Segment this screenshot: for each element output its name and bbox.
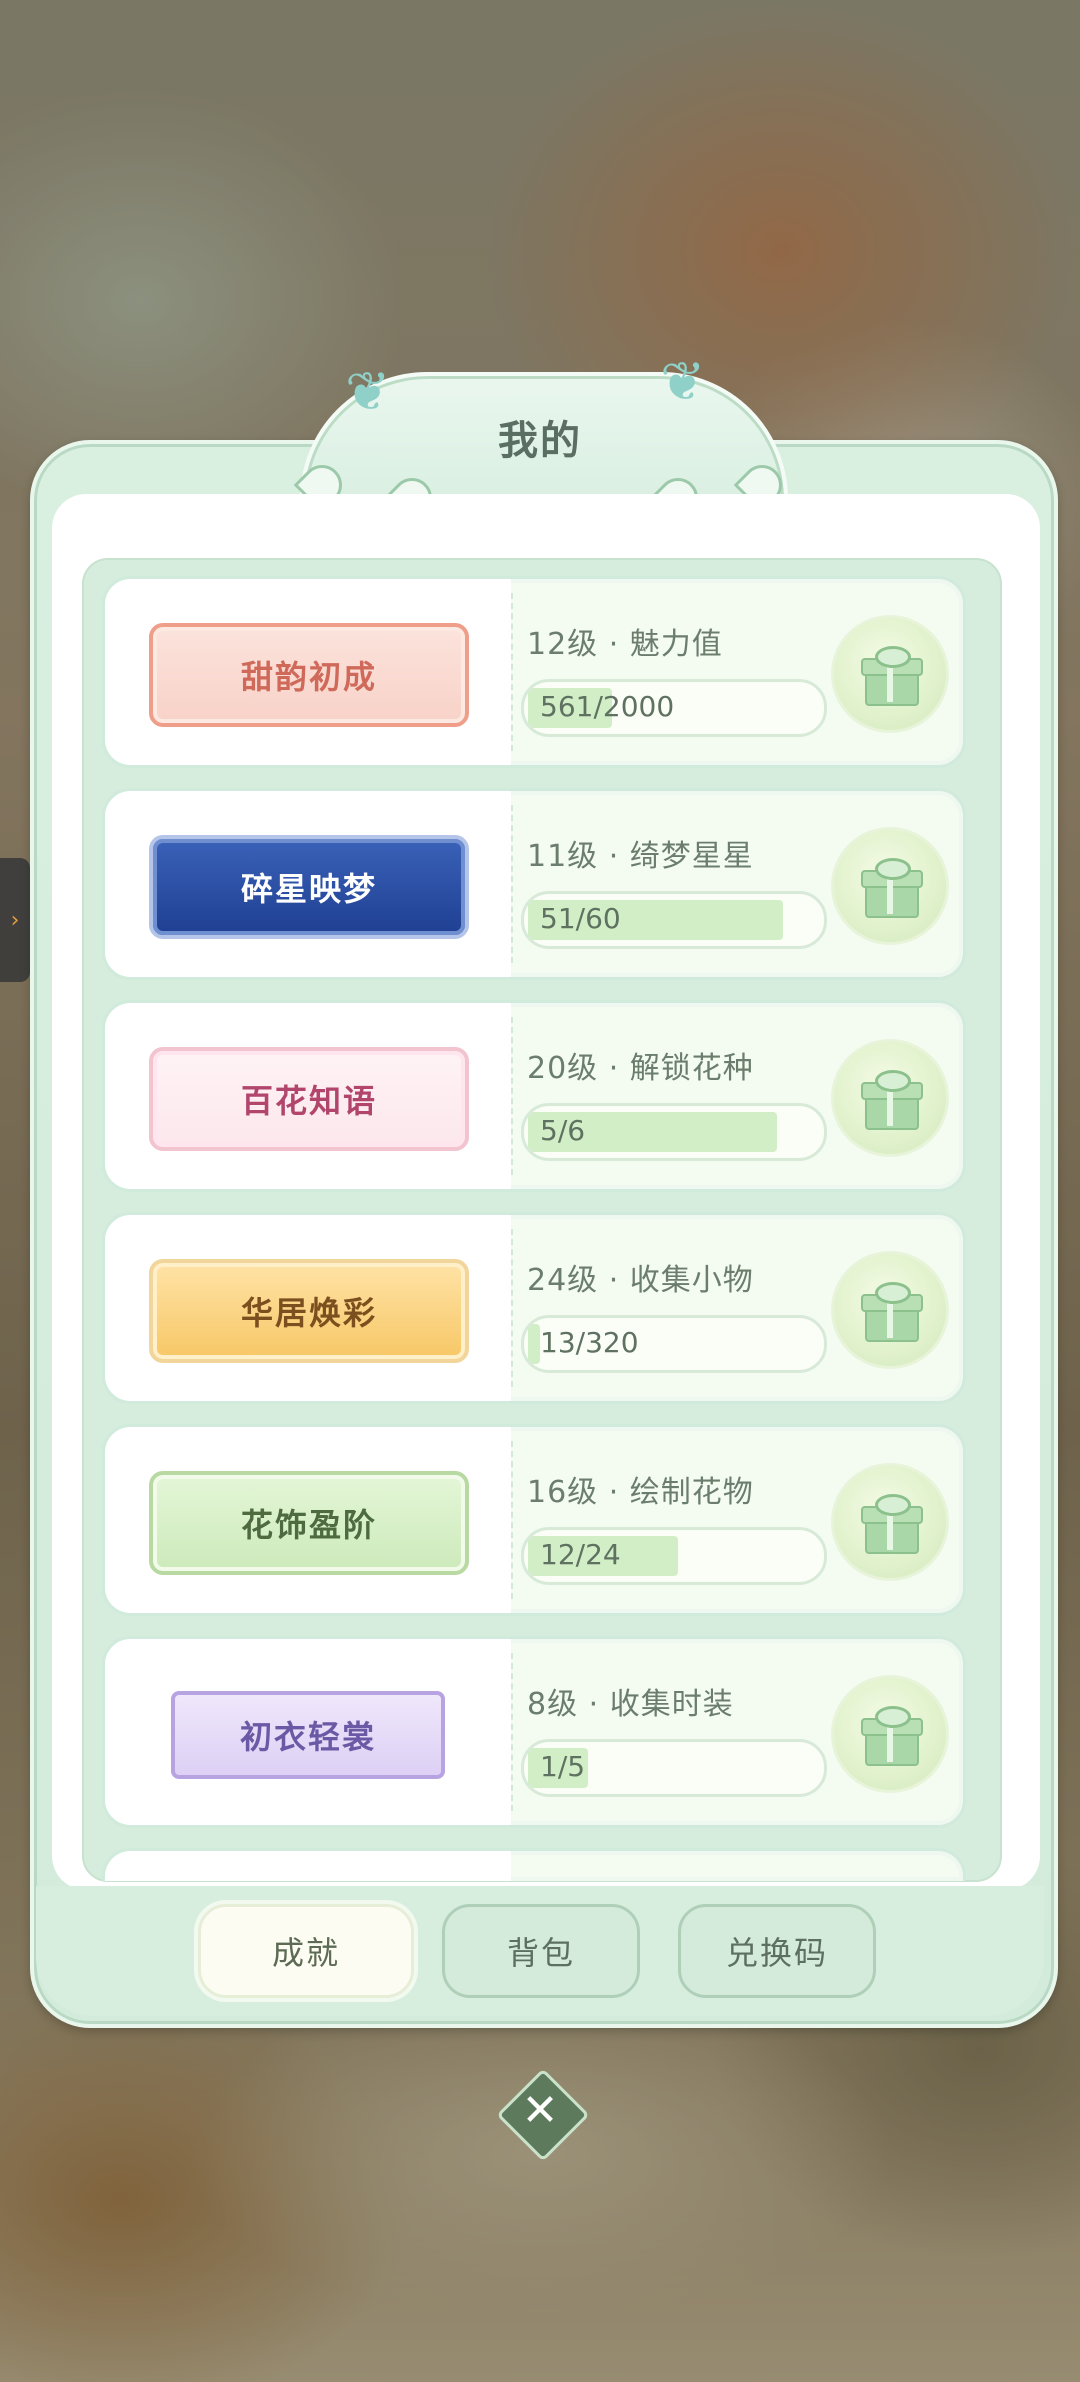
progress-bar: 561/2000 <box>521 679 827 737</box>
achievement-title: 8级 · 收集时装 <box>527 1687 734 1722</box>
progress-bar: 51/60 <box>521 891 827 949</box>
progress-bar: 12/24 <box>521 1527 827 1585</box>
achievement-title: 11级 · 绮梦星星 <box>527 839 754 874</box>
gift-reward-button[interactable] <box>831 1039 949 1157</box>
close-icon: ✕ <box>521 2085 559 2136</box>
achievement-row[interactable]: 甜韵初成 12级 · 魅力值 561/2000 <box>102 576 966 768</box>
gift-icon <box>859 1070 923 1130</box>
achievement-badge: 百花知语 <box>149 1047 469 1151</box>
achievement-badge: 华居焕彩 <box>149 1259 469 1363</box>
tab-achievements[interactable]: 成就 <box>198 1904 414 1998</box>
progress-text: 12/24 <box>540 1538 621 1571</box>
achievement-title: 24级 · 收集小物 <box>527 1263 754 1298</box>
achievement-badge: 花饰盈阶 <box>149 1471 469 1575</box>
progress-text: 1/5 <box>540 1750 586 1783</box>
progress-text: 561/2000 <box>540 690 675 723</box>
achievement-row[interactable]: 初衣轻裳 8级 · 收集时装 1/5 <box>102 1636 966 1828</box>
gift-reward-button[interactable] <box>831 827 949 945</box>
achievement-row[interactable]: 华居焕彩 24级 · 收集小物 13/320 <box>102 1212 966 1404</box>
page-title: 我的 <box>498 418 582 464</box>
butterfly-icon-right: ❦ <box>660 350 706 413</box>
gift-icon <box>859 1494 923 1554</box>
chevron-right-icon: › <box>10 907 20 933</box>
achievement-title: 20级 · 解锁花种 <box>527 1051 754 1086</box>
gift-reward-button[interactable] <box>831 1251 949 1369</box>
achievement-badge: 碎星映梦 <box>149 835 469 939</box>
tab-redeem-code[interactable]: 兑换码 <box>678 1904 876 1998</box>
progress-text: 13/320 <box>540 1326 639 1359</box>
gift-icon <box>859 1706 923 1766</box>
achievement-badge: 初衣轻裳 <box>171 1691 445 1779</box>
gift-reward-button[interactable] <box>831 1463 949 1581</box>
progress-bar: 1/5 <box>521 1739 827 1797</box>
gift-icon <box>859 1282 923 1342</box>
gift-icon <box>859 858 923 918</box>
progress-text: 5/6 <box>540 1114 586 1147</box>
tab-backpack[interactable]: 背包 <box>442 1904 640 1998</box>
achievement-title: 12级 · 魅力值 <box>527 627 723 662</box>
progress-bar: 5/6 <box>521 1103 827 1161</box>
gift-reward-button[interactable] <box>831 1675 949 1793</box>
achievement-badge: 甜韵初成 <box>149 623 469 727</box>
achievement-row[interactable]: 碎星映梦 11级 · 绮梦星星 51/60 <box>102 788 966 980</box>
progress-text: 51/60 <box>540 902 621 935</box>
achievement-row-partial[interactable] <box>102 1848 966 1881</box>
achievement-title: 16级 · 绘制花物 <box>527 1475 754 1510</box>
progress-bar: 13/320 <box>521 1315 827 1373</box>
progress-fill <box>528 1324 540 1364</box>
gift-reward-button[interactable] <box>831 615 949 733</box>
gift-icon <box>859 646 923 706</box>
side-drawer-handle[interactable]: › <box>0 858 30 982</box>
achievement-row[interactable]: 百花知语 20级 · 解锁花种 5/6 <box>102 1000 966 1192</box>
achievement-row[interactable]: 花饰盈阶 16级 · 绘制花物 12/24 <box>102 1424 966 1616</box>
